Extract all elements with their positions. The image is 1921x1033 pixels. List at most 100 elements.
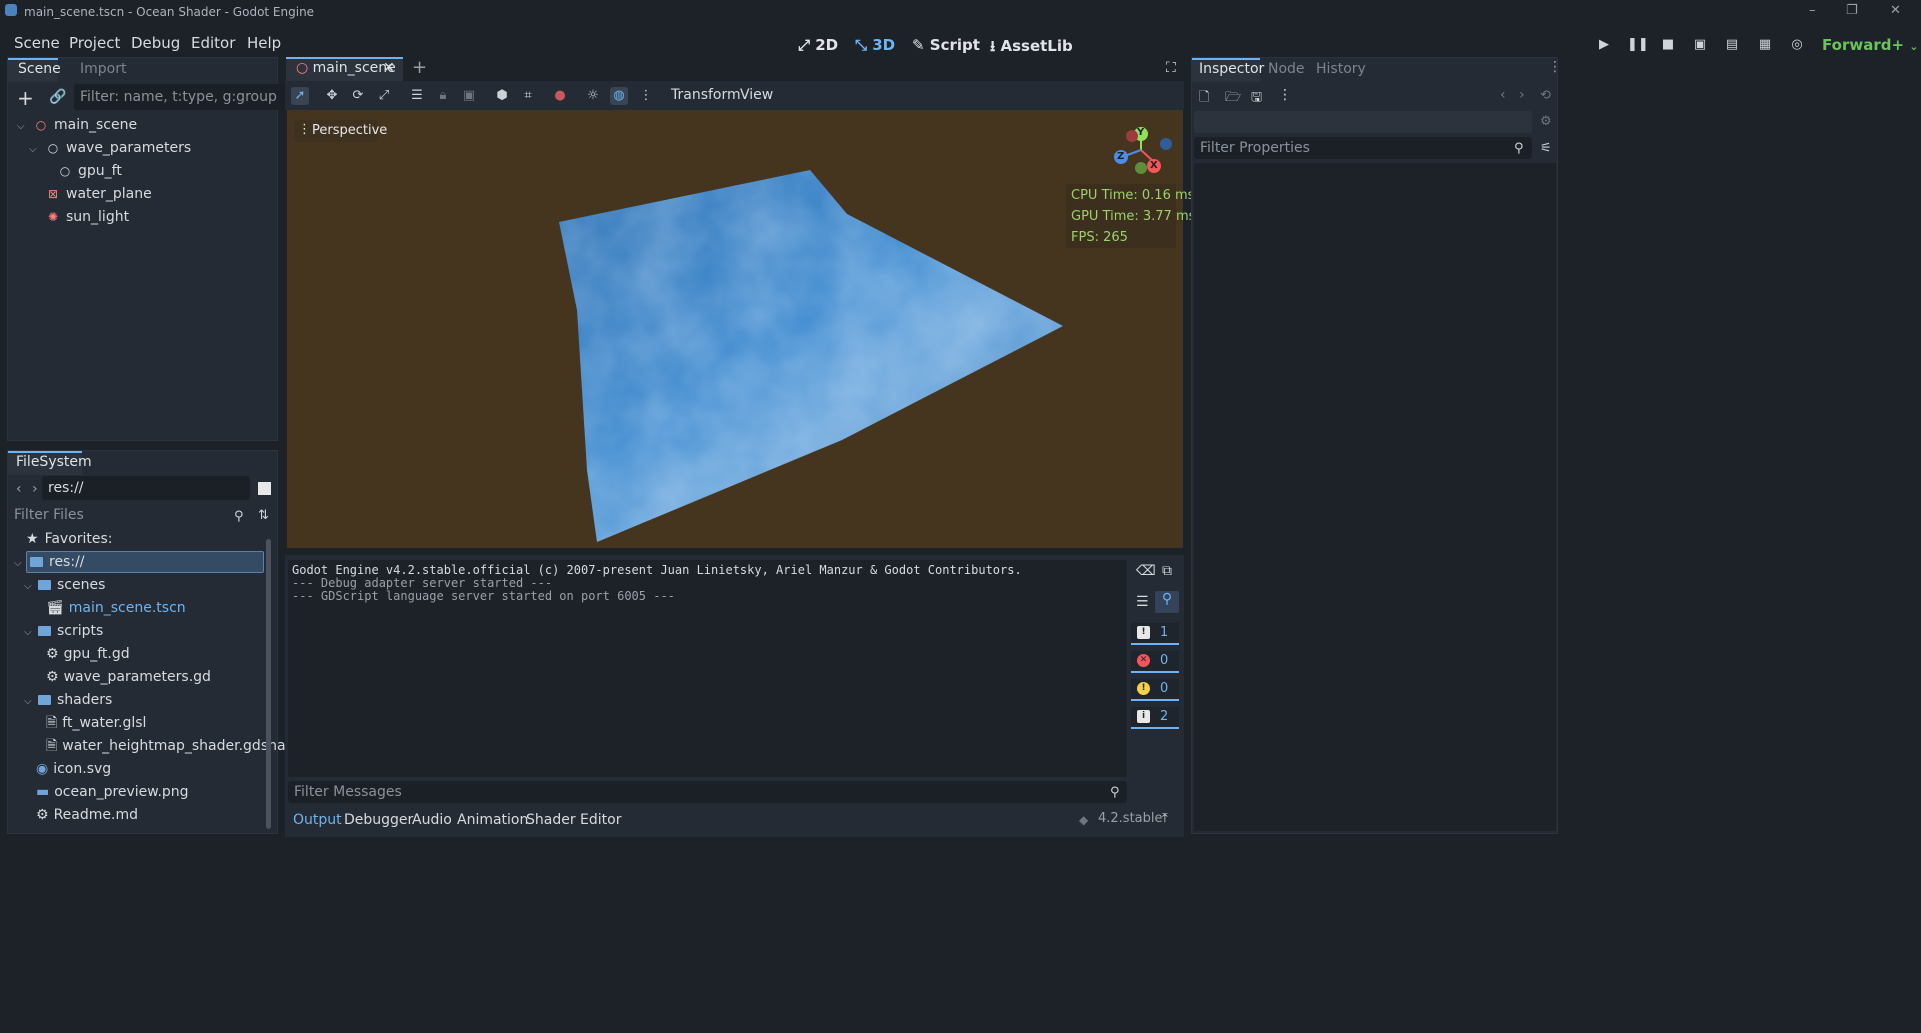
renderer-select[interactable]: Forward+ ⌄ — [1822, 36, 1918, 54]
tab-shader-editor[interactable]: Shader Editor — [526, 812, 621, 828]
movie-maker-icon[interactable]: ◎ — [1788, 37, 1806, 55]
clear-output-icon[interactable]: ⌫ — [1136, 563, 1156, 579]
transform-menu[interactable]: Transform — [671, 87, 741, 103]
chevron-down-icon[interactable]: ⌵ — [24, 581, 32, 592]
axis-gizmo[interactable]: Y X Z — [1108, 124, 1174, 180]
close-tab-icon[interactable]: ✕ — [383, 60, 395, 76]
chevron-down-icon[interactable]: ⌵ — [24, 627, 32, 638]
tab-node[interactable]: Node — [1268, 61, 1305, 77]
play-custom-scene-icon[interactable]: ▦ — [1756, 37, 1774, 55]
menu-editor[interactable]: Editor — [191, 34, 235, 52]
menu-scene[interactable]: Scene — [14, 34, 60, 52]
fs-item-icon-svg[interactable]: ◉ icon.svg — [36, 758, 111, 780]
filter-errors-toggle[interactable]: ✕ 0 — [1131, 651, 1179, 673]
3d-viewport[interactable] — [287, 110, 1183, 548]
close-window-icon[interactable]: ✕ — [1890, 3, 1901, 18]
instance-scene-icon[interactable]: 🔗 — [49, 89, 66, 105]
perspective-menu[interactable]: ⋮ Perspective — [294, 120, 387, 142]
tab-debugger[interactable]: Debugger — [344, 812, 413, 828]
tree-node-water-plane[interactable]: ⊠ water_plane — [46, 183, 246, 205]
add-tab-icon[interactable]: + — [412, 57, 427, 78]
filter-info-toggle[interactable]: i2 — [1131, 707, 1179, 729]
tree-node-wave-parameters[interactable]: ○ wave_parameters — [46, 137, 256, 159]
more-options-icon[interactable]: ⋮ — [637, 87, 655, 105]
menu-debug[interactable]: Debug — [131, 34, 180, 52]
filter-properties-input[interactable]: Filter Properties — [1194, 137, 1532, 159]
favorites-row[interactable]: ★ Favorites: — [26, 528, 113, 550]
environment-preview-icon[interactable]: ◍ — [610, 87, 628, 105]
fs-item-ft-water[interactable]: 🗎︎ ft_water.glsl — [46, 712, 146, 734]
search-output-icon[interactable]: ⚲ — [1155, 591, 1179, 613]
workspace-script-button[interactable]: ✎ Script — [912, 36, 980, 54]
chevron-down-icon[interactable]: ⌵ — [29, 144, 37, 155]
path-input[interactable]: res:// — [42, 476, 250, 500]
workspace-3d-button[interactable]: ⤡ 3D — [855, 36, 895, 54]
local-space-icon[interactable]: ⬢ — [493, 87, 511, 105]
fs-item-scenes[interactable]: scenes — [38, 574, 105, 596]
select-tool-icon[interactable]: ➚ — [291, 87, 309, 105]
tab-history[interactable]: History — [1316, 61, 1366, 77]
fs-item-main-scene[interactable]: 🎬︎ main_scene.tscn — [46, 597, 186, 619]
chevron-down-icon[interactable]: ⌵ — [17, 121, 25, 132]
object-tools-icon[interactable]: ⚙ — [1540, 114, 1552, 129]
add-node-icon[interactable]: + — [17, 86, 34, 110]
object-selector[interactable] — [1194, 111, 1532, 133]
fs-item-wave-parameters[interactable]: ⚙ wave_parameters.gd — [46, 666, 211, 688]
minimize-icon[interactable]: – — [1809, 3, 1816, 18]
back-icon[interactable]: ‹ — [16, 481, 22, 497]
filter-files-input[interactable]: Filter Files — [8, 503, 252, 527]
filter-warnings-toggle[interactable]: ! 0 — [1131, 679, 1179, 701]
remote-debug-icon[interactable]: ▣ — [1691, 37, 1709, 55]
copy-output-icon[interactable]: ⧉ — [1162, 563, 1172, 579]
camera-preview-icon[interactable]: ● — [551, 87, 569, 105]
view-menu[interactable]: View — [740, 87, 773, 103]
play-icon[interactable]: ▶ — [1595, 37, 1613, 55]
tab-scene[interactable]: Scene — [18, 61, 61, 77]
tab-animation[interactable]: Animation — [457, 812, 528, 828]
tab-inspector[interactable]: Inspector — [1199, 61, 1264, 77]
stop-icon[interactable]: ■ — [1659, 37, 1677, 55]
group-icon[interactable]: ▣ — [460, 87, 478, 105]
rotate-tool-icon[interactable]: ⟳ — [349, 87, 367, 105]
tab-output[interactable]: Output — [293, 812, 342, 828]
tab-filesystem[interactable]: FileSystem — [16, 454, 92, 470]
forward-icon[interactable]: › — [32, 481, 38, 497]
list-select-icon[interactable]: ☰ — [408, 87, 426, 105]
scale-tool-icon[interactable]: ⤢ — [375, 87, 393, 105]
resource-options-icon[interactable]: ⋮ — [1278, 87, 1292, 103]
fs-item-scripts[interactable]: scripts — [38, 620, 103, 642]
output-log[interactable]: Godot Engine v4.2.stable.official (c) 20… — [288, 560, 1127, 777]
snap-icon[interactable]: ⌗ — [519, 87, 537, 105]
tree-node-gpu-ft[interactable]: ○ gpu_ft — [58, 160, 238, 182]
scene-filter-input[interactable]: Filter: name, t:type, g:group — [74, 84, 306, 110]
lock-icon[interactable]: 🔒︎ — [434, 87, 452, 105]
sort-icon[interactable]: ⇅ — [258, 508, 269, 523]
fs-item-ocean-preview[interactable]: ▬ ocean_preview.png — [36, 781, 189, 803]
move-tool-icon[interactable]: ✥ — [323, 87, 341, 105]
fs-item-shaders[interactable]: shaders — [38, 689, 112, 711]
fullscreen-icon[interactable]: ⛶ — [1166, 60, 1176, 76]
save-resource-icon[interactable]: 🖫︎ — [1251, 88, 1262, 110]
fs-item-res[interactable]: res:// — [30, 551, 85, 573]
expand-panel-icon[interactable]: ⤒ — [1162, 811, 1168, 826]
tree-node-sun-light[interactable]: ✺ sun_light — [46, 206, 246, 228]
editor-tab-main-scene[interactable]: ○ main_scene — [296, 60, 396, 76]
dock-menu-icon[interactable]: ⋮ — [1548, 59, 1562, 75]
history-icon[interactable]: ⟲ — [1540, 88, 1551, 103]
restore-icon[interactable]: ❐ — [1846, 3, 1858, 18]
split-mode-icon[interactable] — [258, 482, 271, 495]
workspace-2d-button[interactable]: ⤢ 2D — [798, 36, 838, 54]
filter-messages-toggle[interactable]: ! 1 — [1131, 623, 1179, 645]
collapse-icon[interactable]: ☰ — [1136, 594, 1149, 610]
fs-item-gpu-ft[interactable]: ⚙ gpu_ft.gd — [46, 643, 130, 665]
property-options-icon[interactable]: ⚟ — [1540, 141, 1552, 156]
new-resource-icon[interactable]: 🗋︎ — [1199, 88, 1209, 110]
chevron-down-icon[interactable]: ⌵ — [24, 696, 32, 707]
fs-item-readme[interactable]: ⚙ Readme.md — [36, 804, 138, 826]
forward-icon[interactable]: › — [1519, 87, 1525, 103]
back-icon[interactable]: ‹ — [1500, 87, 1506, 103]
filter-messages-input[interactable]: Filter Messages — [288, 781, 1127, 803]
tab-import[interactable]: Import — [80, 61, 126, 77]
menu-project[interactable]: Project — [69, 34, 120, 52]
pause-icon[interactable]: ❚❚ — [1627, 37, 1649, 55]
